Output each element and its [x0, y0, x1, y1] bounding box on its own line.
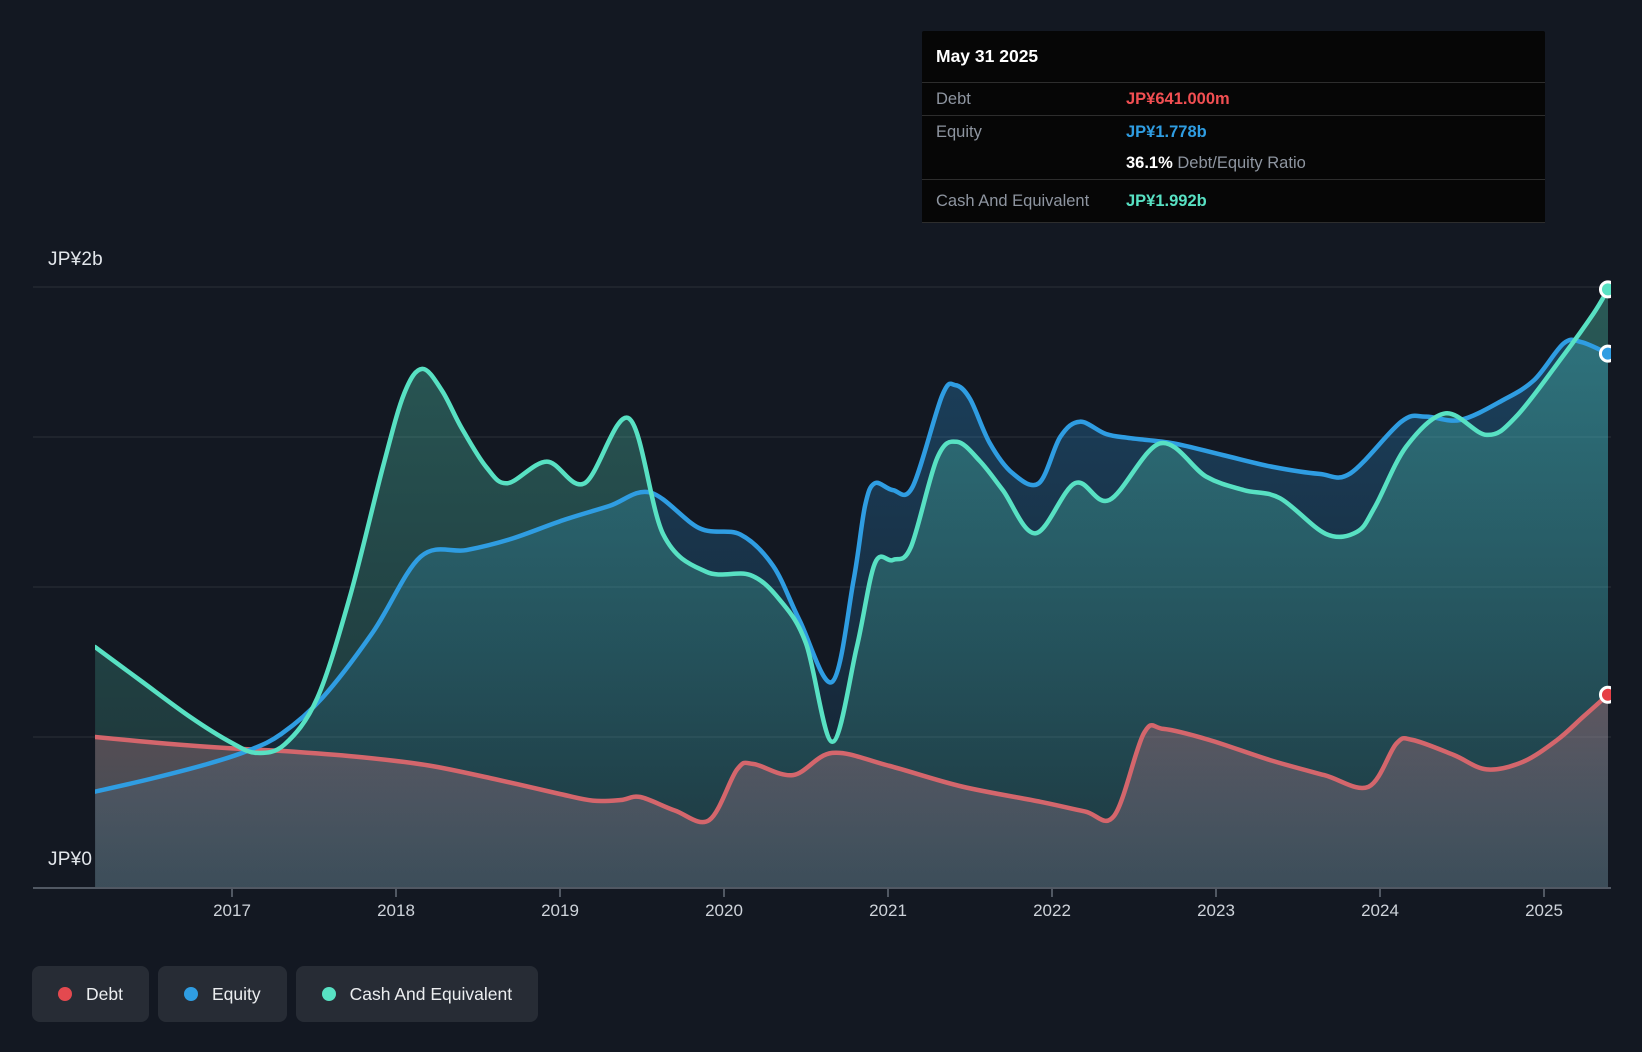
tooltip-cash-label: Cash And Equivalent — [936, 191, 1090, 210]
tooltip-row-ratio: 36.1% Debt/Equity Ratio — [922, 148, 1545, 180]
end-marker-equity[interactable] — [1598, 344, 1615, 363]
tooltip-ratio-label: Debt/Equity Ratio — [1177, 154, 1306, 172]
tooltip-date: May 31 2025 — [922, 31, 1545, 83]
legend-equity-label: Equity — [211, 983, 261, 1004]
tooltip-row-debt: Debt JP¥641.000m — [922, 83, 1545, 116]
debt-dot-icon — [58, 987, 72, 1001]
tooltip-cash-value: JP¥1.992b — [1126, 191, 1207, 210]
chart-legend: Debt Equity Cash And Equivalent — [32, 966, 539, 1022]
cash-dot-icon — [321, 987, 336, 1001]
tooltip-row-cash: Cash And Equivalent JP¥1.992b — [922, 180, 1545, 223]
equity-dot-icon — [183, 987, 198, 1001]
tooltip-equity-label: Equity — [936, 122, 982, 141]
tooltip-row-equity: Equity JP¥1.778b — [922, 116, 1545, 148]
tooltip-ratio: 36.1% Debt/Equity Ratio — [1126, 154, 1531, 173]
chart-tooltip: May 31 2025 Debt JP¥641.000m Equity JP¥1… — [922, 31, 1545, 223]
legend-item-cash[interactable]: Cash And Equivalent — [295, 966, 539, 1022]
legend-cash-label: Cash And Equivalent — [349, 983, 513, 1004]
end-marker-cash-and-equivalent[interactable] — [1598, 280, 1615, 299]
tooltip-debt-value: JP¥641.000m — [1126, 89, 1230, 108]
legend-debt-label: Debt — [86, 983, 123, 1004]
legend-item-debt[interactable]: Debt — [32, 966, 149, 1022]
tooltip-equity-value: JP¥1.778b — [1126, 122, 1207, 141]
legend-item-equity[interactable]: Equity — [157, 966, 287, 1022]
debt-equity-history-chart: JP¥2b JP¥0 2017 2018 2019 2020 2021 2022 2023 2… — [0, 0, 1642, 1052]
end-marker-debt[interactable] — [1598, 685, 1615, 704]
tooltip-ratio-value: 36.1% — [1126, 154, 1173, 172]
tooltip-debt-label: Debt — [936, 89, 971, 108]
